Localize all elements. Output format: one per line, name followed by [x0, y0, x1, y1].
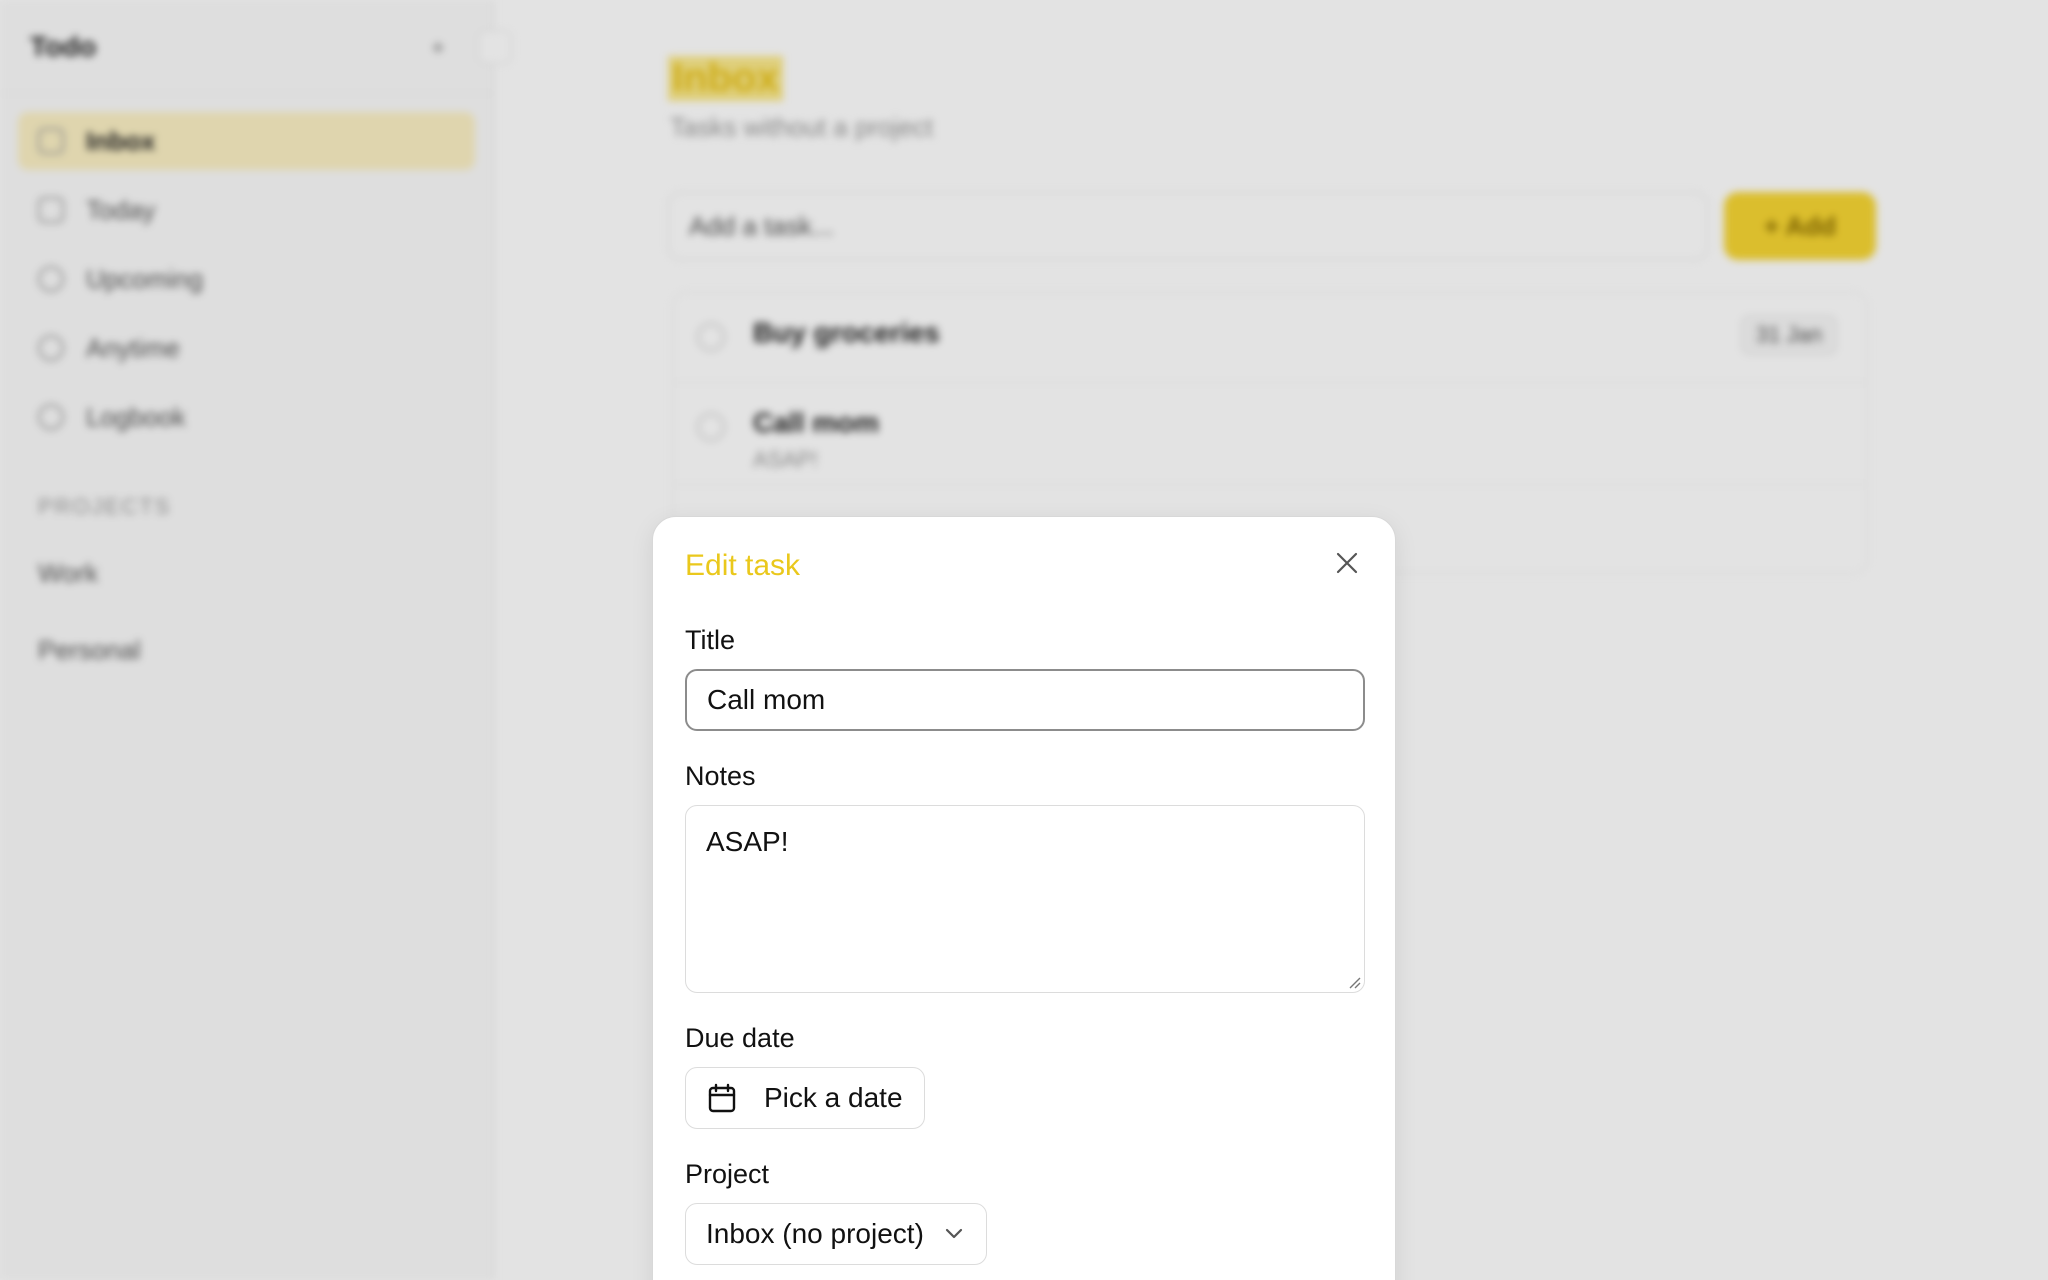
notes-label: Notes: [685, 761, 756, 791]
pick-date-label: Pick a date: [764, 1082, 903, 1113]
dialog-title: Edit task: [685, 549, 801, 582]
close-button[interactable]: [1331, 547, 1363, 579]
edit-task-dialog: Edit task Title Notes ASAP! Due date Pic…: [652, 516, 1396, 1280]
pick-date-button[interactable]: Pick a date: [685, 1067, 925, 1129]
notes-textarea[interactable]: ASAP!: [685, 805, 1365, 993]
project-select[interactable]: Inbox (no project): [685, 1203, 987, 1265]
resize-grip-icon[interactable]: [1347, 975, 1361, 989]
title-input[interactable]: [685, 669, 1365, 731]
chevron-down-icon: [945, 1228, 963, 1239]
close-icon: [1336, 552, 1358, 574]
title-label: Title: [685, 625, 736, 655]
due-date-label: Due date: [685, 1023, 795, 1053]
project-label: Project: [685, 1159, 770, 1189]
calendar-icon: [708, 1083, 736, 1113]
project-select-value: Inbox (no project): [706, 1218, 924, 1249]
